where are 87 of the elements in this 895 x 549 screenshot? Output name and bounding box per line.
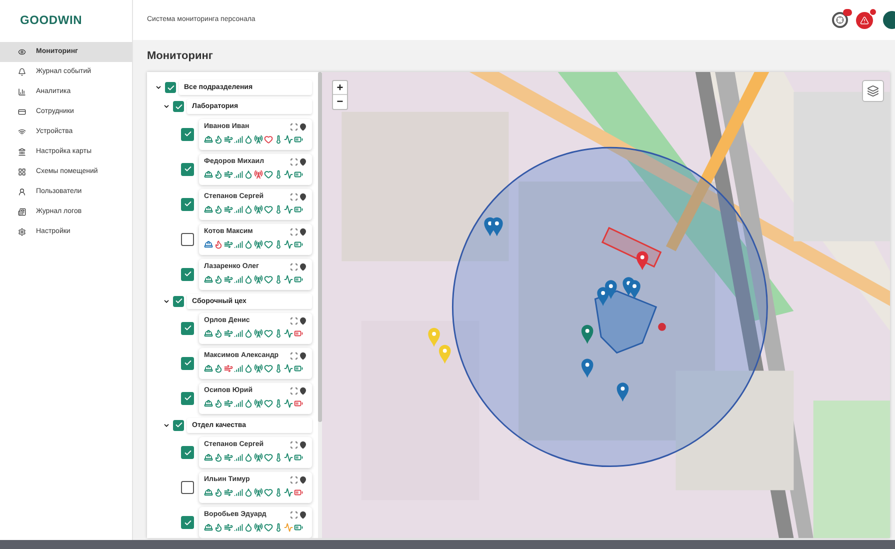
expand-icon[interactable] <box>163 422 170 429</box>
badge <box>843 9 852 16</box>
zoom-in-button[interactable]: + <box>333 81 347 95</box>
map-pin[interactable] <box>597 287 609 306</box>
checkbox[interactable] <box>181 356 194 370</box>
map-pin[interactable] <box>628 280 640 300</box>
settings-icon <box>18 228 26 236</box>
check-icon <box>174 102 182 111</box>
focus-icon[interactable] <box>290 476 298 484</box>
check-icon <box>184 448 192 456</box>
check-icon <box>184 394 192 402</box>
zoom-out-button[interactable]: − <box>333 95 347 109</box>
target-icon <box>836 16 844 24</box>
focus-icon[interactable] <box>290 511 298 519</box>
checkbox[interactable] <box>165 82 176 94</box>
expand-icon[interactable] <box>155 84 162 92</box>
check-icon <box>184 130 192 138</box>
map-pin-icon[interactable] <box>299 441 307 449</box>
eye-icon <box>18 48 26 56</box>
map-pin-icon[interactable] <box>299 386 307 395</box>
checkbox[interactable] <box>181 232 194 246</box>
user-icon <box>18 188 26 196</box>
layers-button[interactable] <box>862 80 884 102</box>
map-pin[interactable] <box>636 251 648 270</box>
map[interactable]: + − <box>322 72 890 538</box>
bar-chart-icon <box>18 88 26 96</box>
map-pin-icon[interactable] <box>299 511 307 519</box>
newspaper-icon <box>18 208 26 216</box>
checkbox[interactable] <box>181 268 194 280</box>
bell-icon <box>18 68 26 76</box>
card-icon <box>18 108 26 116</box>
building-icon <box>18 148 26 156</box>
warning-icon <box>860 16 869 24</box>
checkbox[interactable] <box>181 162 194 176</box>
checkbox[interactable] <box>181 392 194 405</box>
checkbox[interactable] <box>173 101 184 112</box>
focus-icon[interactable] <box>290 441 298 449</box>
checkbox[interactable] <box>181 446 194 459</box>
check-icon <box>184 165 192 173</box>
focus-icon[interactable] <box>290 316 298 325</box>
check-icon <box>184 324 192 332</box>
check-icon <box>174 297 182 306</box>
scrollbar-thumb[interactable] <box>318 72 322 422</box>
focus-icon[interactable] <box>290 192 298 200</box>
map-pin-icon[interactable] <box>299 476 307 484</box>
map-pin-icon[interactable] <box>299 228 307 236</box>
logo[interactable]: GOODWIN <box>20 11 82 29</box>
map-pin[interactable] <box>581 324 594 344</box>
zone-polygon[interactable] <box>594 290 658 354</box>
map-pin[interactable] <box>616 382 629 402</box>
check-icon <box>184 200 192 208</box>
check-icon <box>184 359 192 368</box>
checkbox[interactable] <box>181 128 194 140</box>
page-title: Мониторинг <box>146 48 214 64</box>
map-pin[interactable] <box>581 358 594 378</box>
grid-icon <box>18 168 26 176</box>
wifi-icon <box>18 128 26 136</box>
alert-dot[interactable] <box>658 322 666 331</box>
focus-icon[interactable] <box>290 122 298 130</box>
map-pin-icon[interactable] <box>299 262 307 270</box>
map-pin-icon[interactable] <box>299 122 307 130</box>
badge <box>869 8 877 16</box>
checkbox[interactable] <box>173 296 184 307</box>
map-pin-icon[interactable] <box>299 316 307 325</box>
map-pin-icon[interactable] <box>299 352 307 360</box>
focus-icon[interactable] <box>290 262 298 270</box>
checkbox[interactable] <box>173 420 184 431</box>
geofence-circle[interactable] <box>452 146 768 468</box>
expand-icon[interactable] <box>163 103 170 110</box>
checkbox[interactable] <box>181 481 194 494</box>
checkbox[interactable] <box>181 322 194 335</box>
map-pin[interactable] <box>605 280 617 300</box>
check-icon <box>174 421 182 430</box>
map-pin-icon[interactable] <box>299 158 307 166</box>
map-pin-icon[interactable] <box>299 192 307 200</box>
map-pin[interactable] <box>491 217 503 236</box>
focus-icon[interactable] <box>290 228 298 236</box>
check-icon <box>184 518 192 526</box>
check-icon <box>184 270 192 278</box>
checkbox[interactable] <box>181 516 194 529</box>
expand-icon[interactable] <box>163 298 170 305</box>
layers-icon <box>867 85 879 97</box>
focus-icon[interactable] <box>290 158 298 166</box>
focus-icon[interactable] <box>290 352 298 360</box>
checkbox[interactable] <box>181 198 194 210</box>
focus-icon[interactable] <box>290 386 298 395</box>
check-icon <box>166 84 174 92</box>
